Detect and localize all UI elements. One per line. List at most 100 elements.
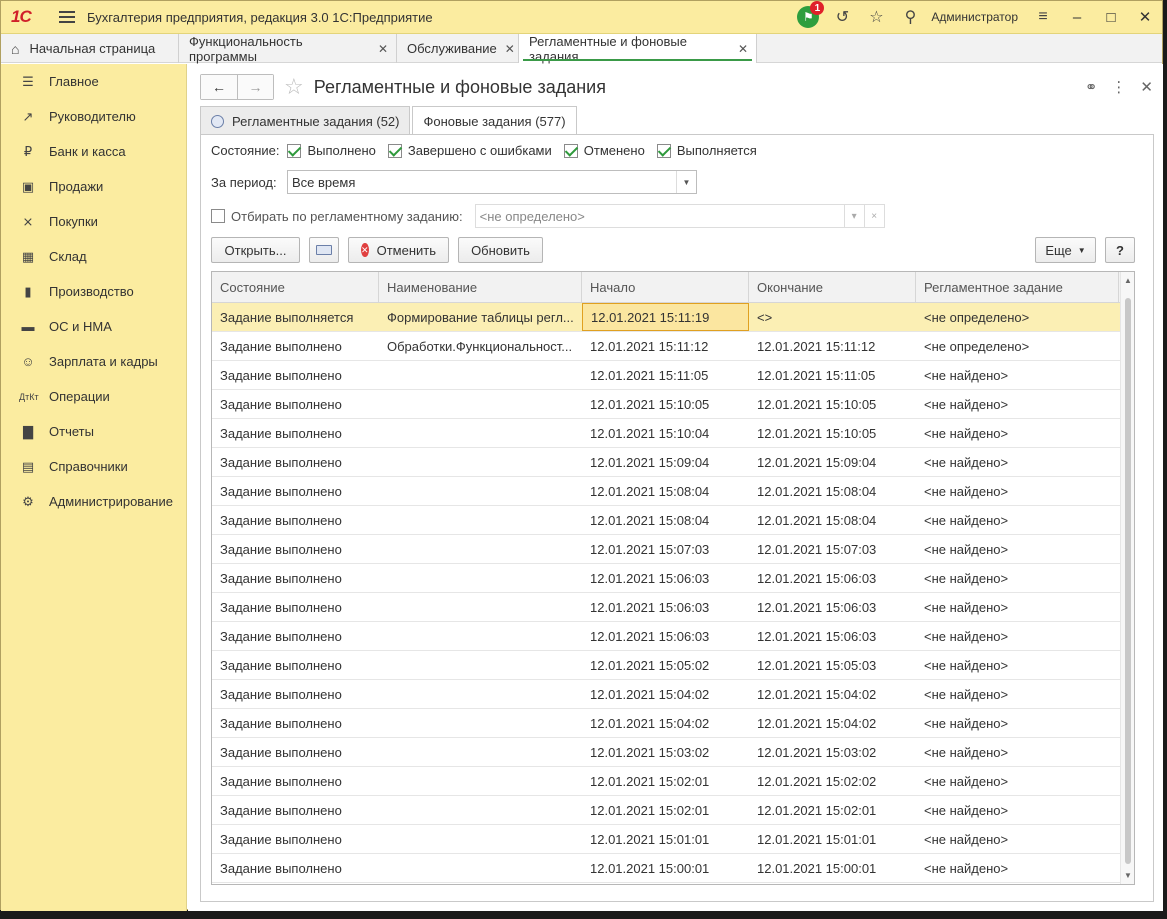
cell-end[interactable]: 12.01.2021 15:09:04 bbox=[749, 448, 916, 476]
table-row[interactable]: Задание выполнено 12.01.2021 15:02:01 12.0… bbox=[212, 796, 1134, 825]
table-row[interactable]: Задание выполнено 12.01.2021 15:06:03 12.0… bbox=[212, 564, 1134, 593]
scheduled-job-select[interactable]: <не определено> ▾ × bbox=[474, 204, 885, 228]
sidebar-item-main[interactable]: ☰ Главное bbox=[1, 64, 186, 99]
cell-state[interactable]: Задание выполнено bbox=[212, 709, 379, 737]
current-user[interactable]: Администратор bbox=[931, 10, 1018, 24]
cell-scheduled-job[interactable]: <не найдено> bbox=[916, 593, 1119, 621]
cell-name[interactable] bbox=[379, 825, 582, 853]
cell-scheduled-job[interactable]: <не найдено> bbox=[916, 825, 1119, 853]
column-header-start[interactable]: Начало bbox=[582, 272, 749, 303]
more-button[interactable]: Еще ▼ bbox=[1035, 237, 1096, 263]
tab-scheduled-jobs[interactable]: Регламентные и фоновые задания ✕ bbox=[519, 34, 757, 64]
cell-start[interactable]: 12.01.2021 15:02:01 bbox=[582, 767, 749, 795]
cell-end[interactable]: 12.01.2021 15:01:01 bbox=[749, 825, 916, 853]
sidebar-item-administration[interactable]: ⚙ Администрирование bbox=[1, 484, 186, 519]
cell-end[interactable]: 12.01.2021 15:00:01 bbox=[749, 854, 916, 882]
table-row[interactable]: Задание выполнено 12.01.2021 15:11:05 12.0… bbox=[212, 361, 1134, 390]
table-row[interactable]: Задание выполнено 12.01.2021 15:06:03 12.0… bbox=[212, 622, 1134, 651]
cell-state[interactable]: Задание выполнено bbox=[212, 390, 379, 418]
cell-end[interactable]: 12.01.2021 15:10:05 bbox=[749, 390, 916, 418]
cell-start[interactable]: 12.01.2021 15:08:04 bbox=[582, 506, 749, 534]
cell-state[interactable]: Задание выполнено bbox=[212, 796, 379, 824]
cell-end[interactable]: 12.01.2021 15:06:03 bbox=[749, 593, 916, 621]
cell-name[interactable] bbox=[379, 390, 582, 418]
table-row[interactable]: Задание выполнено 12.01.2021 15:10:04 12.0… bbox=[212, 419, 1134, 448]
cell-start[interactable]: 12.01.2021 15:11:19 bbox=[582, 303, 749, 331]
column-header-end[interactable]: Окончание bbox=[749, 272, 916, 303]
cell-state[interactable]: Задание выполнено bbox=[212, 593, 379, 621]
cell-name[interactable] bbox=[379, 477, 582, 505]
cell-end[interactable]: 12.01.2021 15:04:02 bbox=[749, 680, 916, 708]
favorites-star-icon[interactable]: ☆ bbox=[859, 1, 893, 34]
table-row[interactable]: Задание выполнено 12.01.2021 15:08:04 12.0… bbox=[212, 477, 1134, 506]
close-tab-icon[interactable]: ✕ bbox=[378, 42, 388, 56]
state-completed-checkbox[interactable]: Выполнено bbox=[287, 143, 376, 158]
table-row[interactable]: Задание выполнено Обработки.Функционально… bbox=[212, 332, 1134, 361]
cell-name[interactable] bbox=[379, 651, 582, 679]
cell-start[interactable]: 12.01.2021 15:06:03 bbox=[582, 622, 749, 650]
minimize-button[interactable]: – bbox=[1060, 1, 1094, 34]
cell-start[interactable]: 12.01.2021 15:04:02 bbox=[582, 680, 749, 708]
cell-end[interactable]: 12.01.2021 15:11:05 bbox=[749, 361, 916, 389]
cell-name[interactable] bbox=[379, 361, 582, 389]
cell-start[interactable]: 12.01.2021 15:03:02 bbox=[582, 738, 749, 766]
cell-scheduled-job[interactable]: <не определено> bbox=[916, 303, 1119, 331]
cell-start[interactable]: 12.01.2021 15:06:03 bbox=[582, 564, 749, 592]
sidebar-item-purchases[interactable]: ⨯ Покупки bbox=[1, 204, 186, 239]
cell-scheduled-job[interactable]: <не найдено> bbox=[916, 361, 1119, 389]
cell-name[interactable] bbox=[379, 593, 582, 621]
table-row[interactable]: Задание выполнено 12.01.2021 15:00:01 12.0… bbox=[212, 854, 1134, 883]
table-row[interactable]: Задание выполнено 12.01.2021 15:06:03 12.0… bbox=[212, 593, 1134, 622]
cell-scheduled-job[interactable]: <не найдено> bbox=[916, 854, 1119, 882]
cell-name[interactable] bbox=[379, 796, 582, 824]
cell-state[interactable]: Задание выполнено bbox=[212, 361, 379, 389]
table-row[interactable]: Задание выполнено 12.01.2021 15:03:02 12.0… bbox=[212, 738, 1134, 767]
cell-start[interactable]: 12.01.2021 15:11:12 bbox=[582, 332, 749, 360]
favorite-star-icon[interactable]: ☆ bbox=[284, 74, 304, 100]
cell-state[interactable]: Задание выполнено bbox=[212, 651, 379, 679]
cell-name[interactable] bbox=[379, 506, 582, 534]
cell-end[interactable]: 12.01.2021 15:10:05 bbox=[749, 419, 916, 447]
cell-state[interactable]: Задание выполнено bbox=[212, 564, 379, 592]
cell-start[interactable]: 12.01.2021 15:05:02 bbox=[582, 651, 749, 679]
cell-start[interactable]: 12.01.2021 15:08:04 bbox=[582, 477, 749, 505]
cell-name[interactable]: Обработки.Функциональност... bbox=[379, 332, 582, 360]
cell-state[interactable]: Задание выполнено bbox=[212, 622, 379, 650]
cell-scheduled-job[interactable]: <не найдено> bbox=[916, 709, 1119, 737]
cell-state[interactable]: Задание выполнено bbox=[212, 854, 379, 882]
cell-state[interactable]: Задание выполнено bbox=[212, 332, 379, 360]
cell-end[interactable]: 12.01.2021 15:08:04 bbox=[749, 477, 916, 505]
table-row[interactable]: Задание выполнено 12.01.2021 15:04:02 12.0… bbox=[212, 709, 1134, 738]
refresh-button[interactable]: Обновить bbox=[458, 237, 543, 263]
sidebar-item-warehouse[interactable]: ▦ Склад bbox=[1, 239, 186, 274]
help-button[interactable]: ? bbox=[1105, 237, 1135, 263]
chevron-down-icon[interactable]: ▼ bbox=[676, 171, 696, 193]
cell-start[interactable]: 12.01.2021 15:00:01 bbox=[582, 854, 749, 882]
cell-end[interactable]: 12.01.2021 15:11:12 bbox=[749, 332, 916, 360]
cell-scheduled-job[interactable]: <не найдено> bbox=[916, 680, 1119, 708]
chevron-down-icon[interactable]: ▾ bbox=[843, 205, 864, 227]
cell-name[interactable] bbox=[379, 419, 582, 447]
checkbox-box[interactable] bbox=[287, 143, 302, 158]
search-icon[interactable]: ⚲ bbox=[893, 1, 927, 34]
table-row[interactable]: Задание выполнено 12.01.2021 15:02:01 12.0… bbox=[212, 767, 1134, 796]
cell-start[interactable]: 12.01.2021 15:06:03 bbox=[582, 593, 749, 621]
open-button[interactable]: Открыть... bbox=[211, 237, 300, 263]
tab-home[interactable]: ⌂ Начальная страница bbox=[1, 34, 179, 63]
column-header-name[interactable]: Наименование bbox=[379, 272, 582, 303]
cell-state[interactable]: Задание выполнено bbox=[212, 767, 379, 795]
close-tab-icon[interactable]: ✕ bbox=[505, 42, 515, 56]
state-errors-checkbox[interactable]: Завершено с ошибками bbox=[387, 143, 552, 158]
table-row[interactable]: Задание выполнено 12.01.2021 15:01:01 12.0… bbox=[212, 825, 1134, 854]
cell-scheduled-job[interactable]: <не найдено> bbox=[916, 738, 1119, 766]
main-menu-icon[interactable] bbox=[59, 11, 75, 23]
sidebar-item-payroll[interactable]: ☺ Зарплата и кадры bbox=[1, 344, 186, 379]
cell-state[interactable]: Задание выполняется bbox=[212, 303, 379, 331]
cell-scheduled-job[interactable]: <не найдено> bbox=[916, 419, 1119, 447]
maximize-button[interactable]: □ bbox=[1094, 1, 1128, 34]
cell-name[interactable] bbox=[379, 564, 582, 592]
checkbox-box[interactable] bbox=[656, 143, 671, 158]
cell-start[interactable]: 12.01.2021 15:10:05 bbox=[582, 390, 749, 418]
back-arrow-icon[interactable]: ← bbox=[201, 75, 237, 99]
cell-name[interactable] bbox=[379, 448, 582, 476]
